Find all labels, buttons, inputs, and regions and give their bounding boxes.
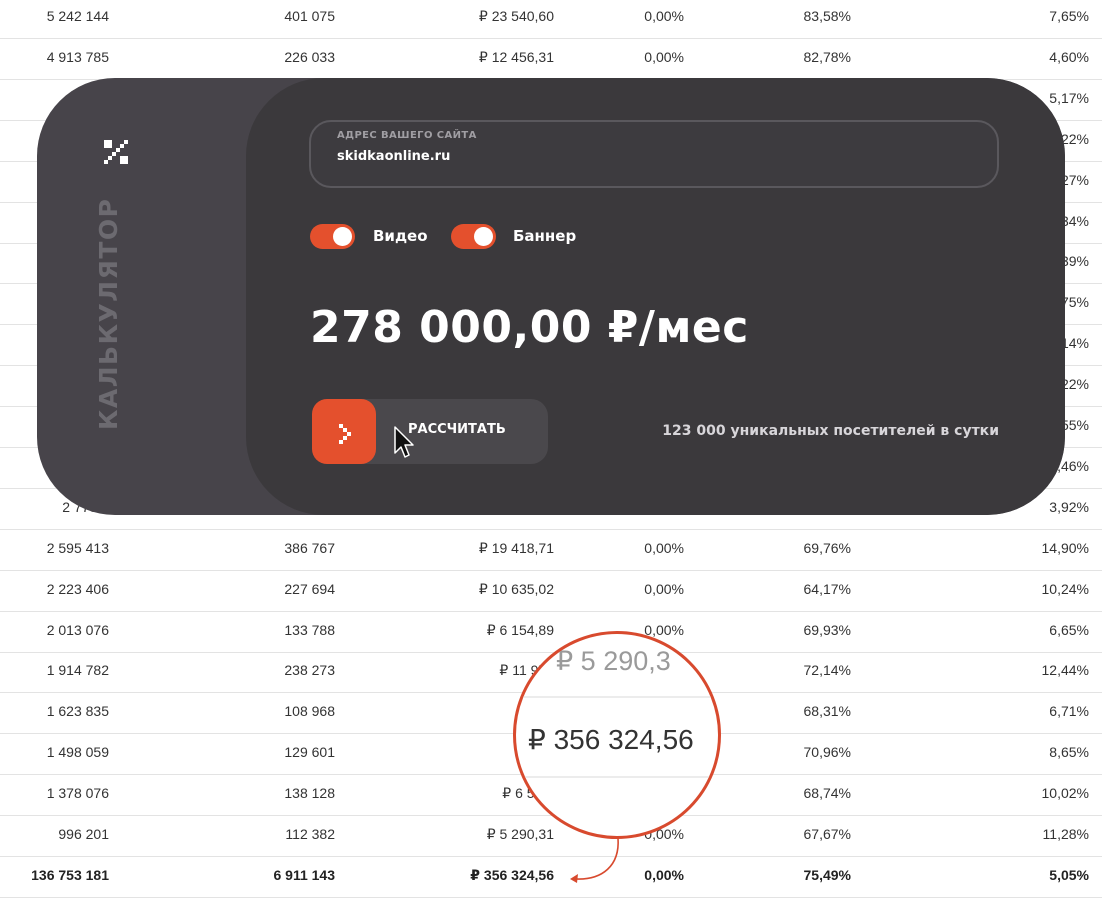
cell-visitors: 133 788: [284, 621, 335, 638]
cell-revenue: ₽ 5 290,31: [486, 826, 554, 842]
cell-growth: 55%: [1060, 417, 1089, 433]
cell-views: 4 913 785: [46, 48, 109, 65]
toggle-knob: [474, 227, 493, 246]
cell-share: 68,74%: [803, 785, 851, 802]
cell-views: 5 242 144: [46, 8, 109, 24]
cell-views: 2 595 413: [46, 539, 109, 556]
table-row: 2 595 413 386 767 ₽ 19 418,71 0,00% 69,76% 14…: [0, 530, 1102, 571]
cell-share: 68,31%: [803, 703, 851, 720]
cell-visitors: 108 968: [284, 703, 335, 720]
site-address-value[interactable]: skidkaonline.ru: [337, 149, 450, 164]
cell-growth: 14,90%: [1041, 539, 1089, 556]
cell-growth: 75%: [1060, 294, 1089, 311]
cell-visitors: 112 382: [285, 826, 335, 842]
cell-views: 136 753 181: [31, 866, 109, 883]
cell-growth: 11,28%: [1042, 826, 1089, 842]
calculator-card: КАЛЬКУЛЯТОР АДРЕС ВАШЕГО САЙТА skidkaonl…: [37, 78, 1065, 515]
cell-share: 82,78%: [803, 48, 851, 65]
toggle-knob: [333, 227, 352, 246]
cell-growth: 8,65%: [1049, 744, 1089, 761]
cell-growth: 34%: [1060, 212, 1089, 229]
cell-visitors: 227 694: [284, 580, 335, 597]
percent-icon: [104, 140, 128, 164]
video-toggle[interactable]: [310, 224, 355, 249]
calculate-button-label: РАССЧИТАТЬ: [408, 422, 506, 437]
cell-growth: 5,17%: [1049, 89, 1089, 106]
cell-views: 1 914 782: [46, 662, 109, 679]
site-address-label: АДРЕС ВАШЕГО САЙТА: [337, 130, 477, 141]
magnified-previous-value: ₽ 5 290,3: [556, 646, 671, 676]
calculate-button[interactable]: РАССЧИТАТЬ: [312, 399, 548, 464]
cell-growth: 7,65%: [1049, 8, 1089, 24]
cell-share: 69,76%: [803, 539, 851, 556]
cell-views: 1 623 835: [46, 703, 109, 720]
cell-growth: 10,24%: [1041, 580, 1089, 597]
cell-growth: 10,02%: [1041, 785, 1089, 802]
cell-share: 83,58%: [803, 8, 851, 24]
cell-growth: 3,92%: [1049, 498, 1089, 515]
magnifier-circle: ₽ 5 290,3 ₽ 356 324,56: [513, 631, 721, 839]
unique-visitors-text: 123 000 уникальных посетителей в сутки: [662, 423, 999, 439]
cell-growth: 5,05%: [1049, 866, 1089, 883]
cell-revenue: ₽ 12 456,31: [478, 48, 554, 65]
cell-rate: 0,00%: [644, 866, 684, 883]
cell-growth: 12,44%: [1041, 662, 1089, 679]
cell-share: 67,67%: [803, 826, 851, 842]
cell-share: 75,49%: [803, 866, 851, 883]
mouse-cursor-icon: [394, 426, 414, 458]
banner-toggle-label: Баннер: [513, 227, 577, 245]
calculate-button-arrow[interactable]: [312, 399, 376, 464]
cell-rate: 0,00%: [644, 580, 684, 597]
pointer-arrow-icon: [570, 837, 619, 883]
cell-share: 64,17%: [803, 580, 851, 597]
table-total-row: 136 753 181 6 911 143 ₽ 356 324,56 0,00% 75,…: [0, 857, 1102, 898]
table-row: 996 201 112 382 ₽ 5 290,31 0,00% 67,67% 11,28…: [0, 816, 1102, 857]
cell-share: 69,93%: [803, 621, 851, 638]
cell-growth: 27%: [1060, 171, 1089, 188]
cell-share: 72,14%: [803, 662, 851, 679]
cell-visitors: 226 033: [284, 48, 335, 65]
cell-revenue: ₽ 6 154,89: [486, 621, 554, 638]
cell-rate: 0,00%: [644, 8, 684, 24]
cell-growth: 6,71%: [1049, 703, 1089, 720]
cell-growth: 4,60%: [1049, 48, 1089, 65]
banner-toggle[interactable]: [451, 224, 496, 249]
divider: [516, 776, 718, 778]
chevron-right-icon: [339, 424, 351, 444]
cell-growth: 6,65%: [1049, 621, 1089, 638]
monthly-price: 278 000,00 ₽/мес: [310, 302, 749, 353]
cell-revenue: ₽ 10 635,02: [478, 580, 554, 597]
cell-visitors: 138 128: [284, 785, 335, 802]
cell-views: 1 498 059: [46, 744, 109, 761]
cell-rate: 0,00%: [644, 48, 684, 65]
cell-views: 2 223 406: [46, 580, 109, 597]
cell-growth: 22%: [1060, 376, 1089, 393]
cell-share: 70,96%: [803, 744, 851, 761]
cell-visitors: 6 911 143: [273, 866, 335, 883]
cell-growth: 39%: [1060, 253, 1089, 270]
cell-visitors: 401 075: [284, 8, 335, 24]
table-row: 5 242 144 401 075 ₽ 23 540,60 0,00% 83,58% 7,…: [0, 0, 1102, 39]
site-address-field[interactable]: АДРЕС ВАШЕГО САЙТА skidkaonline.ru: [309, 120, 999, 188]
calculator-panel: АДРЕС ВАШЕГО САЙТА skidkaonline.ru Видео…: [246, 78, 1065, 515]
video-toggle-label: Видео: [373, 227, 428, 245]
cell-views: 1 378 076: [46, 785, 109, 802]
cell-views: 996 201: [58, 826, 109, 842]
calculator-vertical-title: КАЛЬКУЛЯТОР: [94, 197, 123, 430]
cell-visitors: 386 767: [284, 539, 335, 556]
cell-visitors: 129 601: [284, 744, 335, 761]
cell-revenue: ₽ 19 418,71: [478, 539, 554, 556]
table-row: 2 223 406 227 694 ₽ 10 635,02 0,00% 64,17% 10…: [0, 571, 1102, 612]
cell-rate: 0,00%: [644, 539, 684, 556]
table-row: 4 913 785 226 033 ₽ 12 456,31 0,00% 82,78% 4,…: [0, 39, 1102, 80]
magnified-total-value: ₽ 356 324,56: [528, 724, 694, 755]
cell-visitors: 238 273: [284, 662, 335, 679]
cell-growth: 14%: [1060, 335, 1089, 352]
table-row: 2 013 076 133 788 ₽ 6 154,89 0,00% 69,93% 6,6…: [0, 612, 1102, 653]
cell-views: 2 013 076: [46, 621, 109, 638]
cell-revenue: ₽ 356 324,56: [470, 866, 554, 883]
divider: [516, 696, 718, 698]
cell-revenue: ₽ 23 540,60: [478, 8, 554, 24]
cell-growth: 22%: [1060, 130, 1089, 147]
